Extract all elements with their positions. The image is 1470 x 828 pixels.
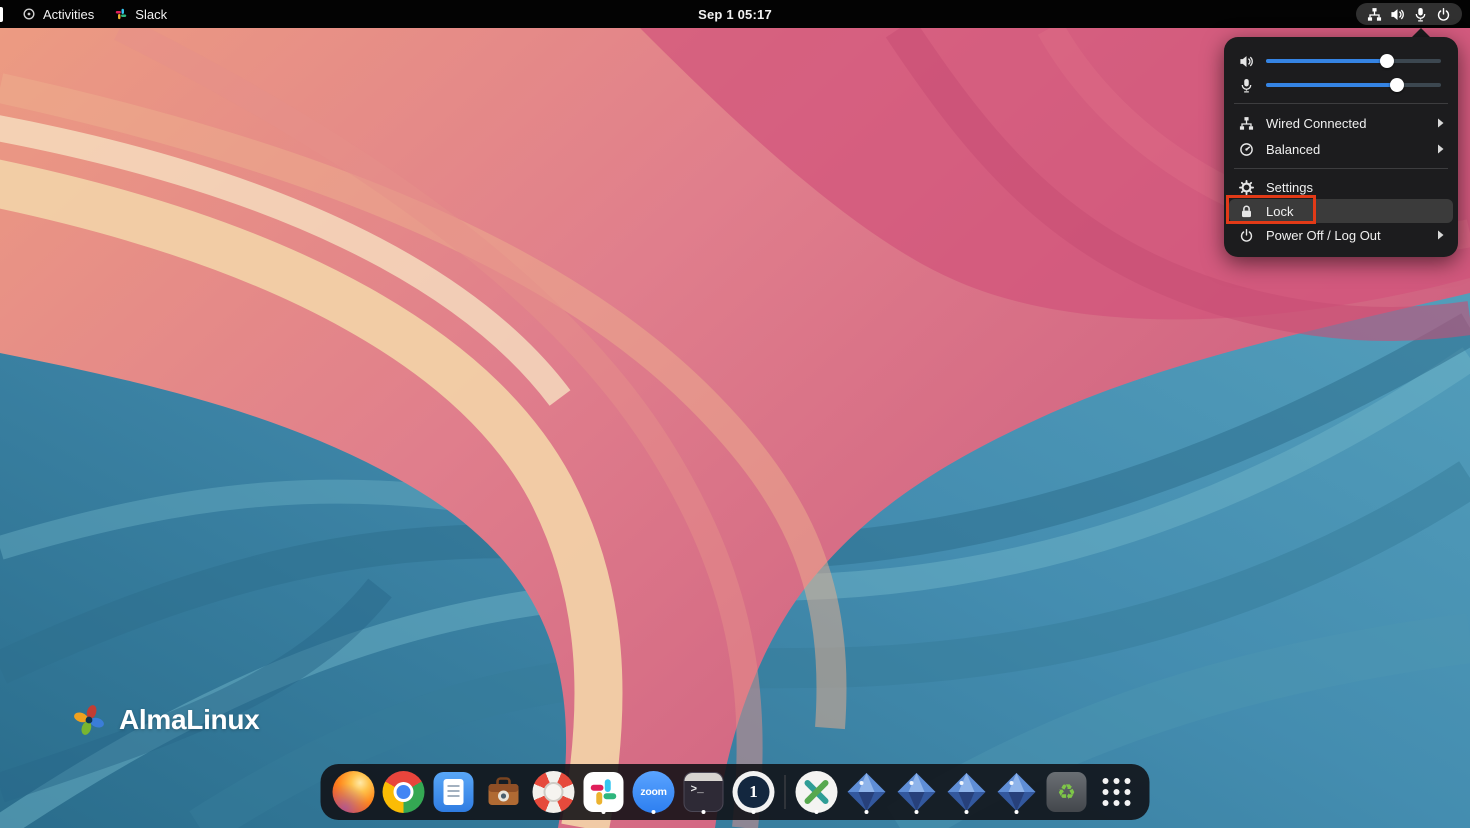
terminal-icon [684, 772, 724, 812]
dock-item-chrome[interactable] [379, 769, 429, 815]
volume-icon [1390, 7, 1405, 22]
briefcase-camera-icon [484, 772, 524, 812]
menu-separator [1234, 168, 1448, 169]
power-icon [1436, 7, 1451, 22]
trash-icon: ♻ [1047, 772, 1087, 812]
network-wired-icon [1367, 7, 1382, 22]
gear-icon [1238, 180, 1254, 195]
submenu-chevron-icon [1437, 118, 1444, 128]
dock-item-app-grid[interactable] [1092, 769, 1142, 815]
dock-item-gem-4[interactable] [992, 769, 1042, 815]
running-indicator [702, 810, 706, 814]
dock-item-zoom[interactable]: zoom [629, 769, 679, 815]
almalinux-logo-text: AlmaLinux [119, 704, 259, 736]
zoom-icon: zoom [633, 771, 675, 813]
dock-item-firefox[interactable] [329, 769, 379, 815]
menu-item-wired-connected[interactable]: Wired Connected [1229, 110, 1453, 136]
volume-slider-fill [1266, 59, 1387, 63]
microphone-icon [1413, 7, 1428, 22]
volume-icon [1238, 54, 1254, 69]
dock-separator [785, 775, 786, 809]
running-indicator [815, 810, 819, 814]
dock-item-x-app[interactable] [792, 769, 842, 815]
volume-slider-knob[interactable] [1380, 54, 1394, 68]
almalinux-logo-icon [70, 701, 108, 739]
menu-item-label: Settings [1266, 180, 1313, 195]
volume-slider[interactable] [1266, 59, 1441, 63]
microphone-slider-knob[interactable] [1390, 78, 1404, 92]
menu-item-balanced[interactable]: Balanced [1229, 136, 1453, 162]
lifebuoy-help-icon [533, 771, 575, 813]
recycle-glyph: ♻ [1057, 782, 1076, 803]
running-indicator [652, 810, 656, 814]
running-indicator [965, 810, 969, 814]
menu-pointer-arrow [1412, 28, 1430, 37]
dock-item-trash[interactable]: ♻ [1042, 769, 1092, 815]
running-indicator [915, 810, 919, 814]
submenu-chevron-icon [1437, 230, 1444, 240]
activities-button[interactable]: Activities [12, 0, 104, 28]
blue-gem-icon [846, 771, 888, 813]
password-1-icon: 1 [733, 771, 775, 813]
system-menu: Wired Connected Balanced [1224, 37, 1458, 257]
activities-icon [22, 7, 36, 21]
running-indicator [1015, 810, 1019, 814]
running-indicator [865, 810, 869, 814]
power-icon [1238, 228, 1254, 243]
running-indicator [752, 810, 756, 814]
menu-item-label: Wired Connected [1266, 116, 1366, 131]
menu-item-label: Balanced [1266, 142, 1320, 157]
activities-label: Activities [43, 7, 94, 22]
microphone-icon [1238, 78, 1254, 93]
microphone-row [1224, 73, 1458, 97]
almalinux-logo: AlmaLinux [70, 701, 259, 739]
dock-item-gem-3[interactable] [942, 769, 992, 815]
blue-gem-icon [946, 771, 988, 813]
slack-icon [114, 7, 128, 21]
slack-icon [584, 772, 624, 812]
documents-icon [434, 772, 474, 812]
blue-gem-icon [896, 771, 938, 813]
chrome-icon [383, 771, 425, 813]
menu-separator [1234, 103, 1448, 104]
firefox-icon [333, 771, 375, 813]
menu-item-power-off-log-out[interactable]: Power Off / Log Out [1229, 223, 1453, 247]
zoom-icon-text: zoom [640, 786, 666, 798]
blue-gem-icon [996, 771, 1038, 813]
top-bar: Activities Slack Sep 1 05:17 [0, 0, 1470, 28]
focused-app-menu[interactable]: Slack [104, 0, 177, 28]
menu-item-label: Power Off / Log Out [1266, 228, 1381, 243]
clock[interactable]: Sep 1 05:17 [698, 7, 772, 22]
app-grid-icon [1103, 778, 1131, 806]
microphone-slider-fill [1266, 83, 1397, 87]
network-wired-icon [1238, 116, 1254, 131]
running-indicator [602, 810, 606, 814]
annotation-box [1226, 195, 1316, 224]
dock-item-terminal[interactable] [679, 769, 729, 815]
password-icon-text: 1 [749, 782, 758, 802]
dock-item-slack[interactable] [579, 769, 629, 815]
focused-app-label: Slack [135, 7, 167, 22]
dock-item-documents[interactable] [429, 769, 479, 815]
volume-row [1224, 49, 1458, 73]
microphone-slider[interactable] [1266, 83, 1441, 87]
dock-item-gem-1[interactable] [842, 769, 892, 815]
x-logo-icon [796, 771, 838, 813]
dock-item-password-manager[interactable]: 1 [729, 769, 779, 815]
dock-item-briefcase[interactable] [479, 769, 529, 815]
dock: zoom 1 [321, 764, 1150, 820]
left-edge-indicator [0, 7, 3, 22]
dock-item-help[interactable] [529, 769, 579, 815]
system-tray[interactable] [1356, 3, 1462, 25]
submenu-chevron-icon [1437, 144, 1444, 154]
power-profile-icon [1238, 142, 1254, 157]
desktop-screen: Activities Slack Sep 1 05:17 [0, 0, 1470, 828]
dock-item-gem-2[interactable] [892, 769, 942, 815]
